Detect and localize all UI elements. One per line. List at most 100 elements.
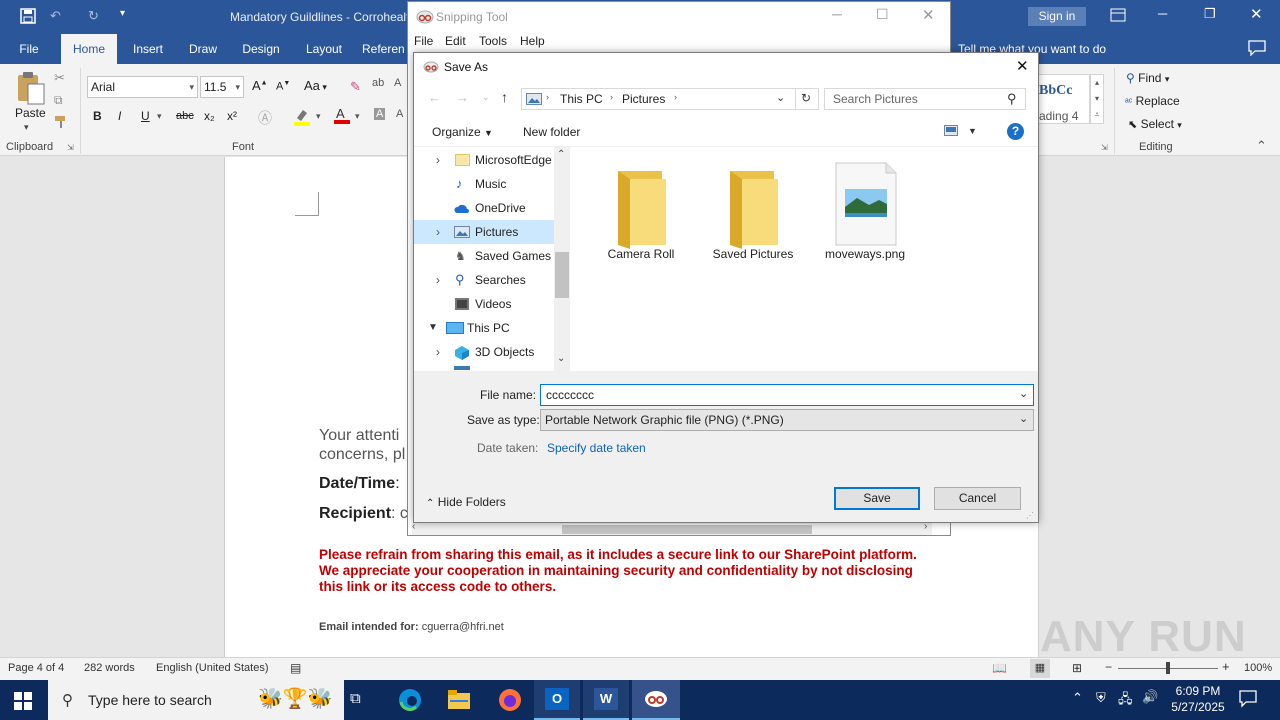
zoom-out-icon[interactable]: −: [1105, 660, 1112, 674]
scroll-thumb[interactable]: [555, 252, 569, 298]
zoom-level[interactable]: 100%: [1244, 662, 1272, 674]
cancel-button[interactable]: Cancel: [934, 487, 1021, 510]
text-effects-icon[interactable]: Ⓐ: [258, 108, 272, 128]
chevron-down-icon[interactable]: ▾: [235, 77, 240, 97]
hide-folders-button[interactable]: ⌃ Hide Folders: [426, 495, 506, 509]
snip-menu-file[interactable]: File: [414, 34, 433, 48]
char-border-icon[interactable]: A: [394, 77, 401, 89]
redo-icon[interactable]: ↻: [88, 8, 99, 24]
refresh-icon[interactable]: ↻: [801, 91, 811, 105]
new-folder-button[interactable]: New folder: [523, 125, 580, 139]
tab-home[interactable]: Home: [61, 34, 117, 64]
chevron-down-icon[interactable]: ⌄: [1019, 412, 1028, 425]
highlight-dropdown-icon[interactable]: ▾: [316, 111, 321, 122]
macro-record-icon[interactable]: ▤: [290, 661, 301, 675]
superscript-button[interactable]: x²: [227, 109, 237, 123]
tree-item-pictures[interactable]: › Pictures: [414, 220, 554, 244]
tree-item-videos[interactable]: Videos: [414, 292, 554, 316]
paste-dropdown-icon[interactable]: ▾: [24, 122, 29, 133]
view-options-icon[interactable]: [944, 125, 960, 137]
chevron-down-icon[interactable]: ▾: [189, 77, 194, 97]
print-layout-icon[interactable]: ▦: [1030, 659, 1050, 678]
highlight-icon[interactable]: [294, 108, 310, 126]
styles-gallery[interactable]: BbCc ading 4: [1036, 74, 1090, 124]
web-layout-icon[interactable]: ⊞: [1072, 661, 1082, 675]
enclose-char-icon[interactable]: A: [396, 108, 403, 120]
clock[interactable]: 6:09 PM 5/27/2025: [1170, 684, 1226, 714]
customize-qat-icon[interactable]: ▾: [120, 8, 125, 19]
tab-file[interactable]: File: [8, 34, 50, 64]
grow-font-button[interactable]: A▲: [252, 78, 268, 93]
font-color-dropdown-icon[interactable]: ▾: [355, 111, 360, 122]
file-item-camera-roll[interactable]: Camera Roll: [590, 155, 692, 267]
snip-menu-edit[interactable]: Edit: [445, 34, 466, 48]
tree-item-this-pc[interactable]: ▼ This PC: [414, 316, 554, 340]
ribbon-display-options-icon[interactable]: [1110, 8, 1126, 22]
volume-icon[interactable]: 🔊: [1142, 689, 1158, 705]
save-button[interactable]: Save: [834, 487, 920, 510]
cut-icon[interactable]: ✂: [54, 70, 65, 86]
expand-icon[interactable]: ›: [436, 268, 440, 292]
back-icon[interactable]: ←: [428, 90, 441, 105]
search-pictures-input[interactable]: Search Pictures ⚲: [824, 88, 1026, 110]
help-icon[interactable]: ?: [1007, 123, 1024, 140]
windows-start-icon[interactable]: [14, 692, 32, 710]
find-button[interactable]: ⚲ Find ▾: [1126, 71, 1169, 85]
collapse-icon[interactable]: ▼: [428, 316, 438, 340]
styles-launcher-icon[interactable]: ⇲: [1101, 143, 1108, 152]
replace-button[interactable]: ᵃᶜ Replace: [1125, 94, 1180, 108]
paste-button[interactable]: Paste: [15, 106, 46, 120]
select-button[interactable]: ⬉ Select ▾: [1128, 117, 1182, 131]
tab-references[interactable]: Referen: [362, 34, 406, 64]
underline-button[interactable]: U: [141, 109, 150, 123]
show-hidden-icons-icon[interactable]: ⌃: [1072, 690, 1083, 706]
specify-date-taken-link[interactable]: Specify date taken: [547, 441, 646, 455]
sign-in-button[interactable]: Sign in: [1028, 7, 1086, 26]
snip-menu-help[interactable]: Help: [520, 34, 545, 48]
page-count[interactable]: Page 4 of 4: [8, 662, 64, 674]
file-explorer-icon[interactable]: [448, 690, 470, 710]
tab-draw[interactable]: Draw: [180, 34, 226, 64]
close-icon[interactable]: ✕: [1250, 5, 1263, 23]
close-icon[interactable]: ✕: [1016, 57, 1029, 75]
phonetic-guide-icon[interactable]: ab: [372, 77, 384, 89]
security-icon[interactable]: ⛨: [1096, 690, 1106, 706]
word-task[interactable]: W: [583, 680, 629, 720]
snipping-tool-task[interactable]: [632, 680, 680, 720]
save-icon[interactable]: [20, 8, 36, 24]
font-size-input[interactable]: 11.5 ▾: [200, 76, 244, 98]
tree-item-searches[interactable]: › ⚲ Searches: [414, 268, 554, 292]
close-icon[interactable]: ✕: [922, 6, 935, 24]
restore-icon[interactable]: ❐: [1204, 6, 1216, 22]
file-item-moveways-png[interactable]: moveways.png: [814, 155, 916, 267]
copy-icon[interactable]: ⧉: [54, 93, 63, 108]
breadcrumb-this-pc[interactable]: This PC: [560, 92, 603, 106]
tree-item-music[interactable]: ♪ Music: [414, 172, 554, 196]
underline-dropdown-icon[interactable]: ▾: [157, 111, 162, 122]
up-icon[interactable]: ↑: [501, 89, 508, 105]
styles-scroll[interactable]: ▴ ▾ ⩡: [1090, 74, 1104, 124]
subscript-button[interactable]: x₂: [204, 109, 215, 123]
zoom-slider-thumb[interactable]: [1166, 662, 1170, 674]
bold-button[interactable]: B: [93, 109, 102, 123]
expand-icon[interactable]: ›: [436, 220, 440, 244]
notifications-icon[interactable]: [1238, 688, 1258, 708]
save-as-dialog[interactable]: Save As ✕ ← → ⌄ ↑ › This PC › Pictures ›…: [413, 52, 1039, 523]
address-bar[interactable]: › This PC › Pictures › ⌄ ↻: [521, 88, 819, 110]
address-dropdown-icon[interactable]: ⌄: [776, 91, 785, 104]
edge-icon[interactable]: [398, 688, 422, 712]
paste-icon[interactable]: [14, 70, 46, 106]
chevron-down-icon[interactable]: ⌄: [1019, 387, 1028, 400]
char-shading-icon[interactable]: A: [374, 108, 386, 120]
undo-icon[interactable]: ↶: [50, 8, 61, 24]
language[interactable]: English (United States): [156, 662, 269, 674]
read-mode-icon[interactable]: 📖: [992, 661, 1007, 675]
tree-scrollbar[interactable]: ⌃ ⌄: [554, 147, 570, 371]
save-as-type-select[interactable]: Portable Network Graphic file (PNG) (*.P…: [540, 409, 1034, 431]
tree-item-3d-objects[interactable]: › 3D Objects: [414, 340, 554, 364]
minimize-icon[interactable]: ─: [1158, 6, 1167, 21]
organize-button[interactable]: Organize ▼: [432, 125, 493, 139]
task-view-icon[interactable]: ⧉: [350, 690, 361, 707]
file-name-input[interactable]: cccccccc ⌄: [540, 384, 1034, 406]
scroll-up-icon[interactable]: ⌃: [557, 149, 565, 160]
